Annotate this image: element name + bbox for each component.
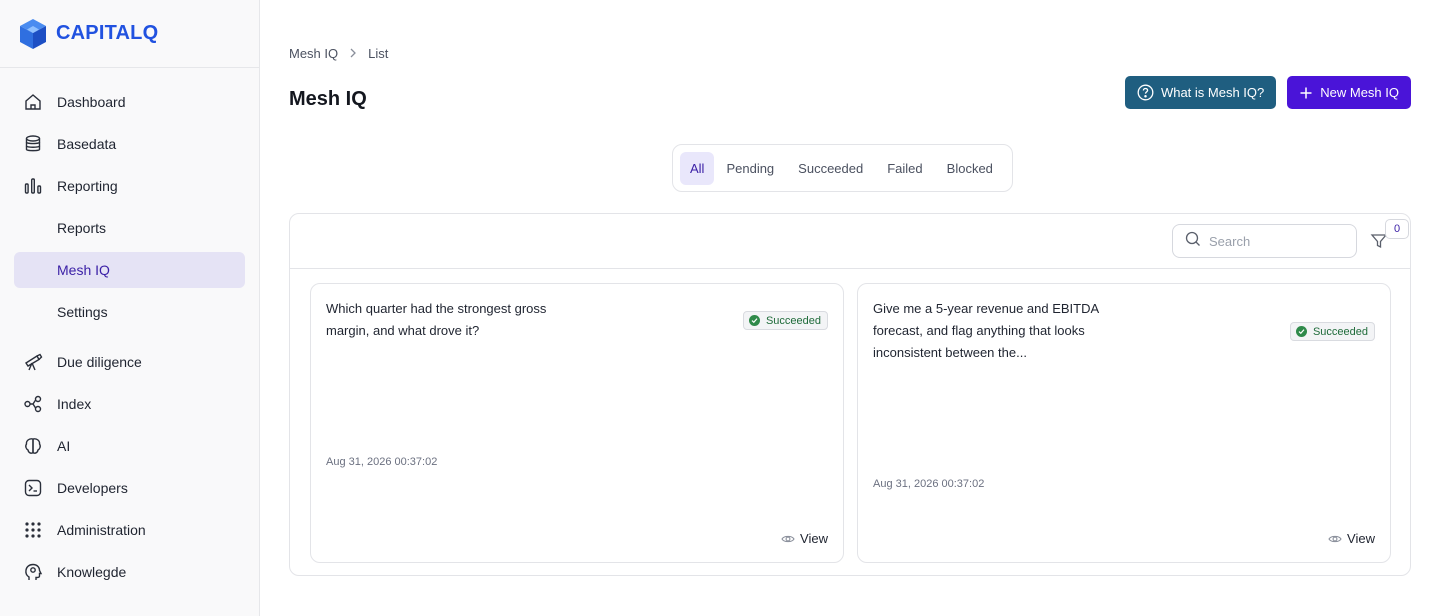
cube-logo-icon — [20, 18, 46, 49]
help-circle-icon — [1137, 84, 1154, 101]
card-timestamp: Aug 31, 2026 00:37:02 — [326, 456, 438, 468]
check-circle-icon — [1295, 326, 1307, 337]
bar-chart-icon — [22, 175, 44, 197]
tab-blocked[interactable]: Blocked — [935, 152, 1005, 185]
sidebar-item-label: Developers — [57, 480, 128, 496]
sidebar-item-label: Dashboard — [57, 94, 126, 110]
nodes-icon — [22, 393, 44, 415]
mesh-iq-card[interactable]: Which quarter had the strongest gross ma… — [310, 283, 844, 563]
status-label: Succeeded — [765, 314, 821, 327]
sidebar-item-knowlegde[interactable]: Knowlegde — [14, 554, 245, 590]
sidebar-item-label: Settings — [57, 304, 108, 320]
what-is-mesh-iq-label: What is Mesh IQ? — [1160, 85, 1265, 100]
search-icon — [1185, 231, 1201, 252]
sidebar-item-label: Reports — [57, 220, 107, 236]
view-link[interactable]: View — [1328, 531, 1375, 546]
status-badge: Succeeded — [742, 311, 828, 330]
terminal-icon — [22, 477, 44, 499]
view-label: View — [1347, 531, 1375, 546]
card-question: Give me a 5-year revenue and EBITDA fore… — [873, 301, 1099, 360]
sidebar-item-reporting[interactable]: Reporting — [14, 168, 245, 204]
sidebar-item-reports[interactable]: Reports — [14, 210, 245, 246]
head-icon — [22, 561, 44, 583]
breadcrumb: Mesh IQ List — [289, 46, 388, 61]
sidebar-item-mesh-iq[interactable]: Mesh IQ — [14, 252, 245, 288]
check-circle-icon — [748, 315, 760, 326]
sidebar-item-label: Index — [57, 396, 92, 412]
new-mesh-iq-label: New Mesh IQ — [1320, 85, 1399, 100]
sidebar-item-label: Reporting — [57, 178, 118, 194]
eye-icon — [781, 533, 795, 545]
sidebar-item-basedata[interactable]: Basedata — [14, 126, 245, 162]
sidebar-item-label: Knowlegde — [57, 564, 127, 580]
brand-name: CAPITALQ — [56, 22, 159, 44]
chevron-right-icon — [348, 46, 358, 61]
sidebar-item-index[interactable]: Index — [14, 386, 245, 422]
sidebar-item-label: Basedata — [57, 136, 117, 152]
card-timestamp: Aug 31, 2026 00:37:02 — [873, 478, 985, 490]
database-icon — [22, 133, 44, 155]
panel-toolbar: 0 — [290, 214, 1410, 269]
sidebar: CAPITALQ Dashboard Basedata Reporting Re… — [0, 0, 260, 616]
tab-pending[interactable]: Pending — [714, 152, 786, 185]
sidebar-item-label: Due diligence — [57, 354, 142, 370]
sidebar-item-developers[interactable]: Developers — [14, 470, 245, 506]
plus-icon — [1299, 86, 1313, 100]
view-link[interactable]: View — [781, 531, 828, 546]
sidebar-item-administration[interactable]: Administration — [14, 512, 245, 548]
sidebar-nav: Dashboard Basedata Reporting Reports Mes… — [14, 84, 245, 596]
telescope-icon — [22, 351, 44, 373]
breadcrumb-current: List — [368, 46, 389, 61]
sidebar-item-label: AI — [57, 438, 71, 454]
search-input[interactable] — [1209, 233, 1349, 249]
breadcrumb-root[interactable]: Mesh IQ — [289, 46, 338, 61]
status-badge: Succeeded — [1289, 322, 1375, 341]
sidebar-item-ai[interactable]: AI — [14, 428, 245, 464]
tab-failed[interactable]: Failed — [875, 152, 934, 185]
filter-count-badge: 0 — [1385, 219, 1409, 239]
page-actions: What is Mesh IQ? New Mesh IQ — [1124, 76, 1411, 109]
eye-icon — [1328, 533, 1342, 545]
tab-succeeded[interactable]: Succeeded — [786, 152, 875, 185]
card-question: Which quarter had the strongest gross ma… — [326, 301, 547, 338]
status-tabs: All Pending Succeeded Failed Blocked — [672, 144, 1013, 192]
house-icon — [22, 91, 44, 113]
status-label: Succeeded — [1312, 325, 1368, 338]
grid-dots-icon — [22, 519, 44, 541]
new-mesh-iq-button[interactable]: New Mesh IQ — [1287, 76, 1411, 109]
view-label: View — [800, 531, 828, 546]
sidebar-item-label: Mesh IQ — [57, 262, 110, 278]
search-box[interactable] — [1172, 224, 1357, 258]
results-panel: 0 Which quarter had the strongest gross … — [289, 213, 1411, 576]
page-title: Mesh IQ — [289, 88, 367, 110]
sidebar-item-label: Administration — [57, 522, 146, 538]
brand[interactable]: CAPITALQ — [0, 0, 259, 68]
brain-icon — [22, 435, 44, 457]
mesh-iq-card[interactable]: Give me a 5-year revenue and EBITDA fore… — [857, 283, 1391, 563]
sidebar-item-settings[interactable]: Settings — [14, 294, 245, 330]
sidebar-item-due-diligence[interactable]: Due diligence — [14, 344, 245, 380]
sidebar-item-dashboard[interactable]: Dashboard — [14, 84, 245, 120]
tab-all[interactable]: All — [680, 151, 715, 185]
what-is-mesh-iq-button[interactable]: What is Mesh IQ? — [1124, 76, 1277, 109]
